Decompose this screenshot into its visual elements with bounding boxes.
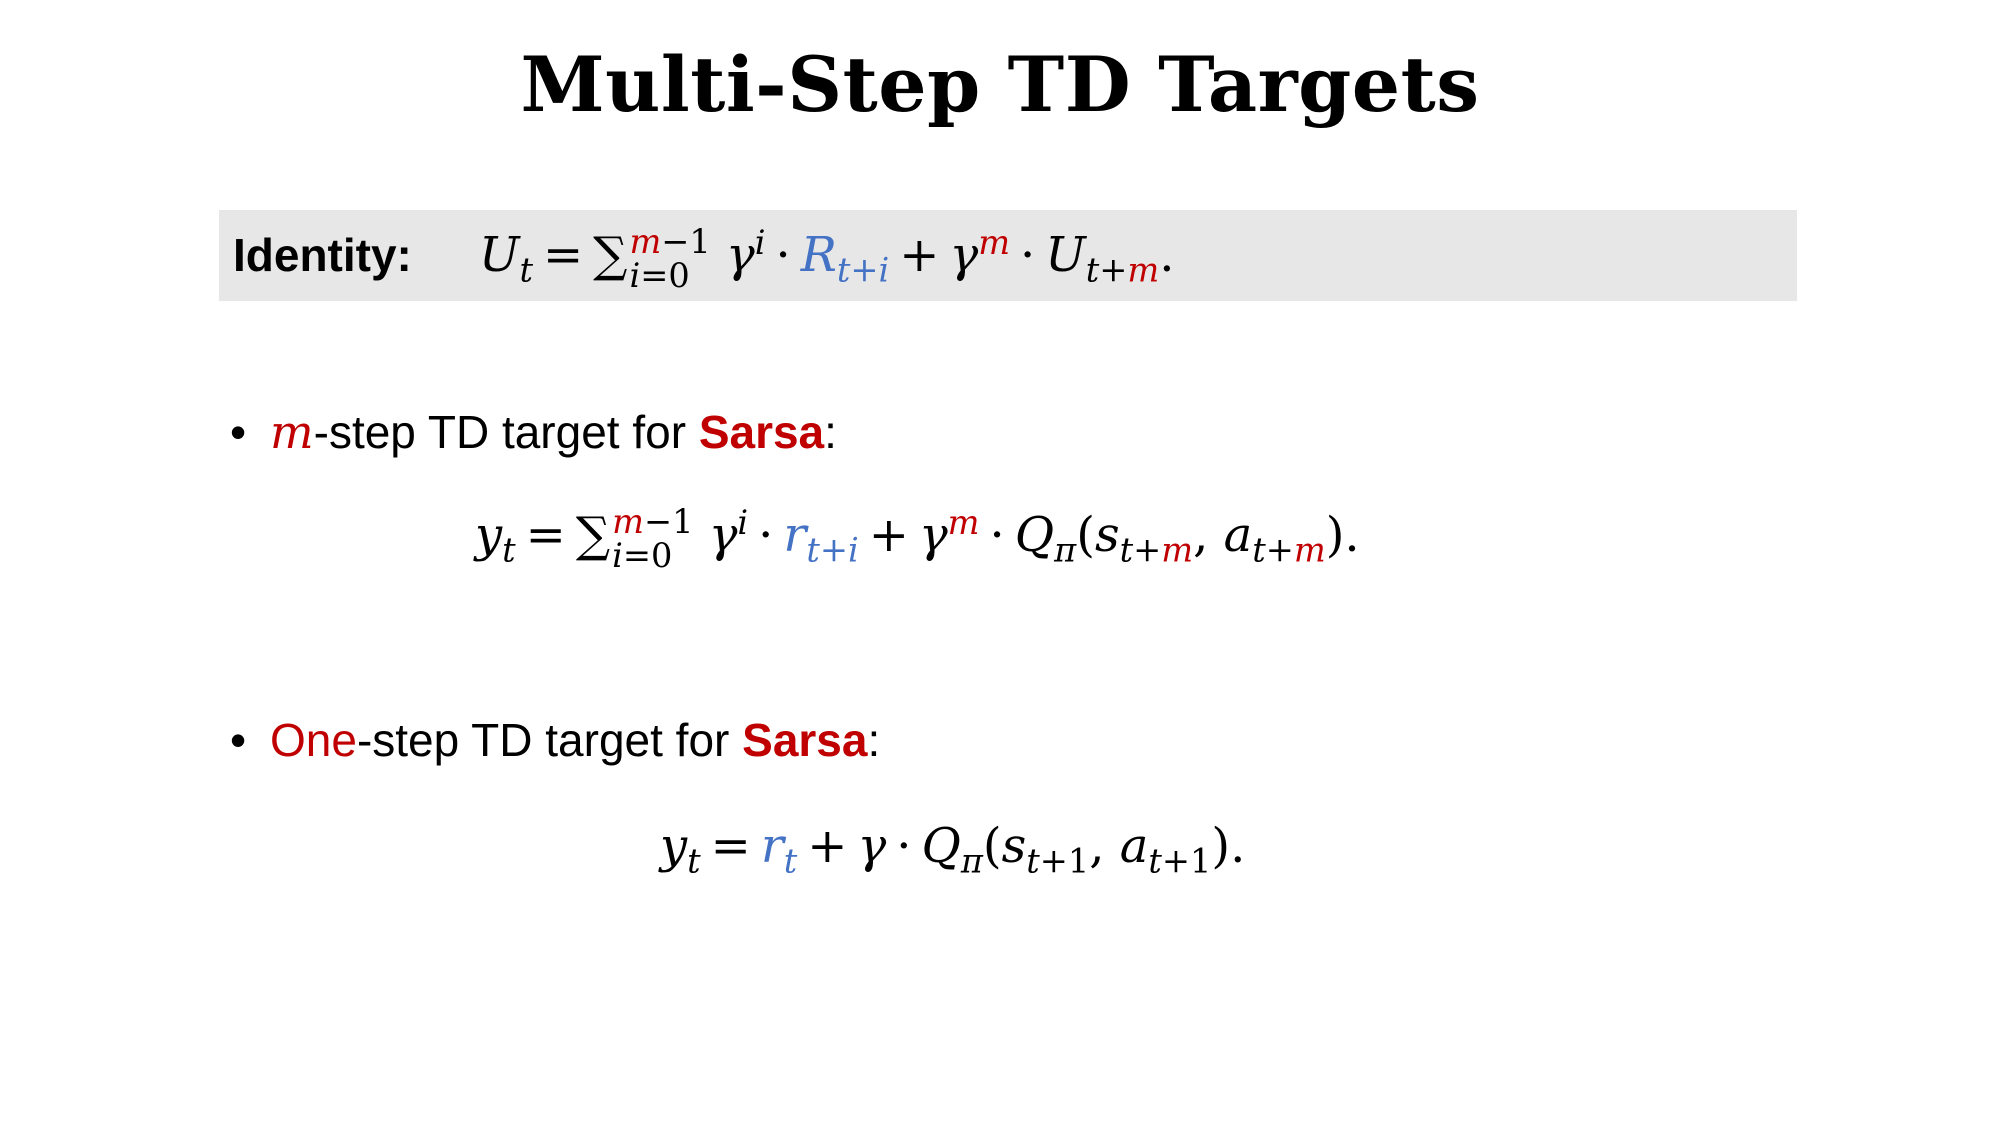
m-step-sarsa-formula: yt = ∑ m−1 i=0 γi · rt+i + γm · Qπ(st+m, at+m).: [475, 502, 1360, 575]
bullet-dot: •: [230, 406, 247, 458]
bullet-highlight: One: [270, 714, 357, 766]
one-step-sarsa-formula: yt = rt + γ · Qπ(st+1, at+1).: [660, 818, 1246, 881]
identity-label: Identity:: [233, 229, 412, 281]
identity-box: Identity: Ut = ∑ m−1 i=0 γi · Rt+i + γm · Ut+m.: [219, 210, 1797, 301]
bullet-m-step-sarsa: • m-step TD target for Sarsa:: [230, 405, 837, 459]
bullet-method: Sarsa: [742, 714, 868, 766]
bullet-text: -step TD target for: [313, 406, 699, 458]
bullet-method: Sarsa: [698, 406, 825, 458]
bullet-dot: •: [230, 714, 247, 766]
bullet-one-step-sarsa: • One-step TD target for Sarsa:: [230, 713, 880, 767]
bullet-colon: :: [867, 714, 881, 766]
identity-formula: Ut = ∑ m−1 i=0 γi · Rt+i + γm · Ut+m.: [479, 221, 1175, 295]
bullet-text: -step TD target for: [356, 714, 743, 766]
slide-title: Multi-Step TD Targets: [520, 40, 1480, 129]
bullet-colon: :: [824, 406, 837, 458]
bullet-highlight: m: [270, 405, 314, 459]
